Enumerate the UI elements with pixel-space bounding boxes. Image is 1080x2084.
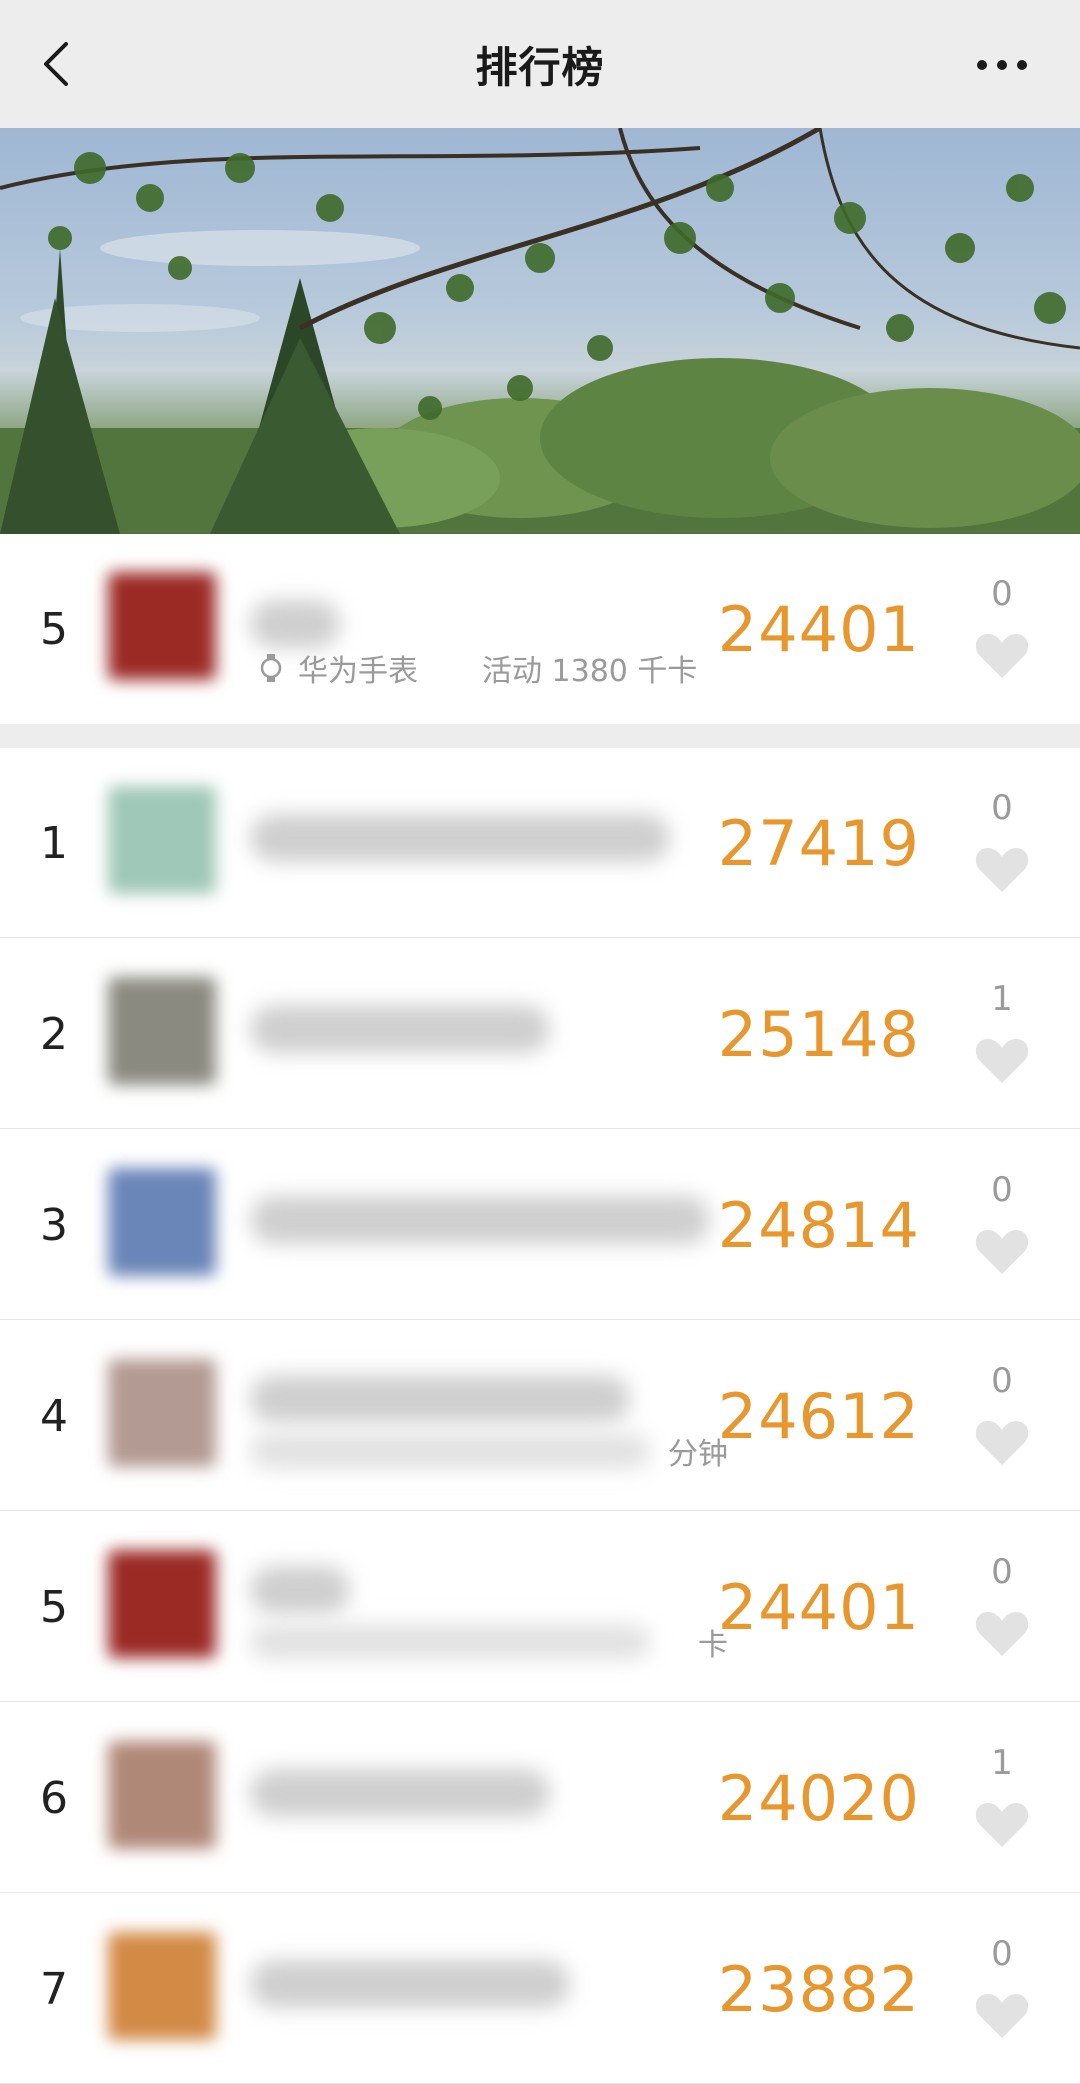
user-name-redacted [250, 600, 340, 648]
avatar [108, 572, 216, 680]
my-rank-row[interactable]: 5 华为手表 活动 1380 千卡 24401 0 [0, 534, 1080, 724]
like-count: 1 [991, 979, 1013, 1019]
avatar [108, 1359, 216, 1467]
ranking-row[interactable]: 6 24020 1 [0, 1703, 1080, 1893]
row-divider [0, 1319, 1080, 1320]
user-name-redacted [250, 1005, 550, 1053]
activity-calories: 活动 1380 千卡 [482, 654, 698, 689]
heart-icon[interactable] [974, 630, 1030, 680]
user-name-redacted [250, 1196, 710, 1244]
row-divider [0, 937, 1080, 938]
banner-scene [0, 128, 1080, 534]
like-count: 0 [991, 1552, 1013, 1592]
heart-icon[interactable] [974, 1799, 1030, 1849]
like-count: 0 [991, 1934, 1013, 1974]
row-divider [0, 1128, 1080, 1129]
rank-number: 4 [40, 1390, 68, 1442]
avatar [108, 977, 216, 1085]
ranking-row[interactable]: 4 分钟 24612 0 [0, 1321, 1080, 1511]
avatar [108, 786, 216, 894]
nav-bar: 排行榜 [0, 0, 1080, 128]
rank-number: 3 [40, 1199, 68, 1251]
banner-image [0, 128, 1080, 534]
user-sub-redacted [250, 1624, 650, 1660]
like-count: 0 [991, 788, 1013, 828]
rank-number: 6 [40, 1772, 68, 1824]
heart-icon[interactable] [974, 1035, 1030, 1085]
row-divider [0, 1701, 1080, 1702]
rank-number: 5 [40, 603, 68, 655]
ranking-row[interactable]: 2 25148 1 [0, 939, 1080, 1129]
device-name: 华为手表 [298, 654, 418, 689]
user-sub-redacted [250, 1433, 650, 1469]
rank-number: 5 [40, 1581, 68, 1633]
watch-icon [258, 653, 284, 683]
ranking-row[interactable]: 5 卡 24401 0 [0, 1512, 1080, 1702]
device-info: 华为手表 活动 1380 千卡 [258, 646, 697, 690]
user-name-redacted [250, 1769, 550, 1817]
avatar [108, 1741, 216, 1849]
like-count: 0 [991, 574, 1013, 614]
step-count: 24612 [717, 1379, 920, 1453]
rank-number: 2 [40, 1008, 68, 1060]
like-count: 0 [991, 1170, 1013, 1210]
heart-icon[interactable] [974, 1226, 1030, 1276]
ranking-row[interactable]: 3 24814 0 [0, 1130, 1080, 1320]
page-title: 排行榜 [475, 42, 605, 92]
user-name-redacted [250, 1960, 570, 2008]
back-button[interactable] [36, 34, 76, 94]
heart-icon[interactable] [974, 1417, 1030, 1467]
section-separator [0, 724, 1080, 748]
row-divider [0, 1892, 1080, 1893]
step-count: 24814 [717, 1188, 920, 1262]
step-count: 24401 [717, 1570, 920, 1644]
like-count: 1 [991, 1743, 1013, 1783]
heart-icon[interactable] [974, 1990, 1030, 2040]
rank-number: 7 [40, 1963, 68, 2015]
step-count: 25148 [717, 997, 920, 1071]
user-name-redacted [250, 1566, 350, 1614]
more-dots-icon [977, 60, 1027, 70]
avatar [108, 1550, 216, 1658]
user-name-redacted [250, 814, 670, 862]
rank-number: 1 [40, 817, 68, 869]
step-count: 24401 [717, 592, 920, 666]
chevron-left-icon [44, 42, 68, 86]
step-count: 27419 [717, 806, 920, 880]
more-button[interactable] [972, 40, 1032, 90]
heart-icon[interactable] [974, 844, 1030, 894]
ranking-row[interactable]: 7 23882 0 [0, 1894, 1080, 2084]
like-count: 0 [991, 1361, 1013, 1401]
step-count: 24020 [717, 1761, 920, 1835]
user-name-redacted [250, 1375, 630, 1423]
avatar [108, 1932, 216, 2040]
heart-icon[interactable] [974, 1608, 1030, 1658]
avatar [108, 1168, 216, 1276]
row-divider [0, 1510, 1080, 1511]
step-count: 23882 [717, 1952, 920, 2026]
ranking-row[interactable]: 1 27419 0 [0, 748, 1080, 938]
